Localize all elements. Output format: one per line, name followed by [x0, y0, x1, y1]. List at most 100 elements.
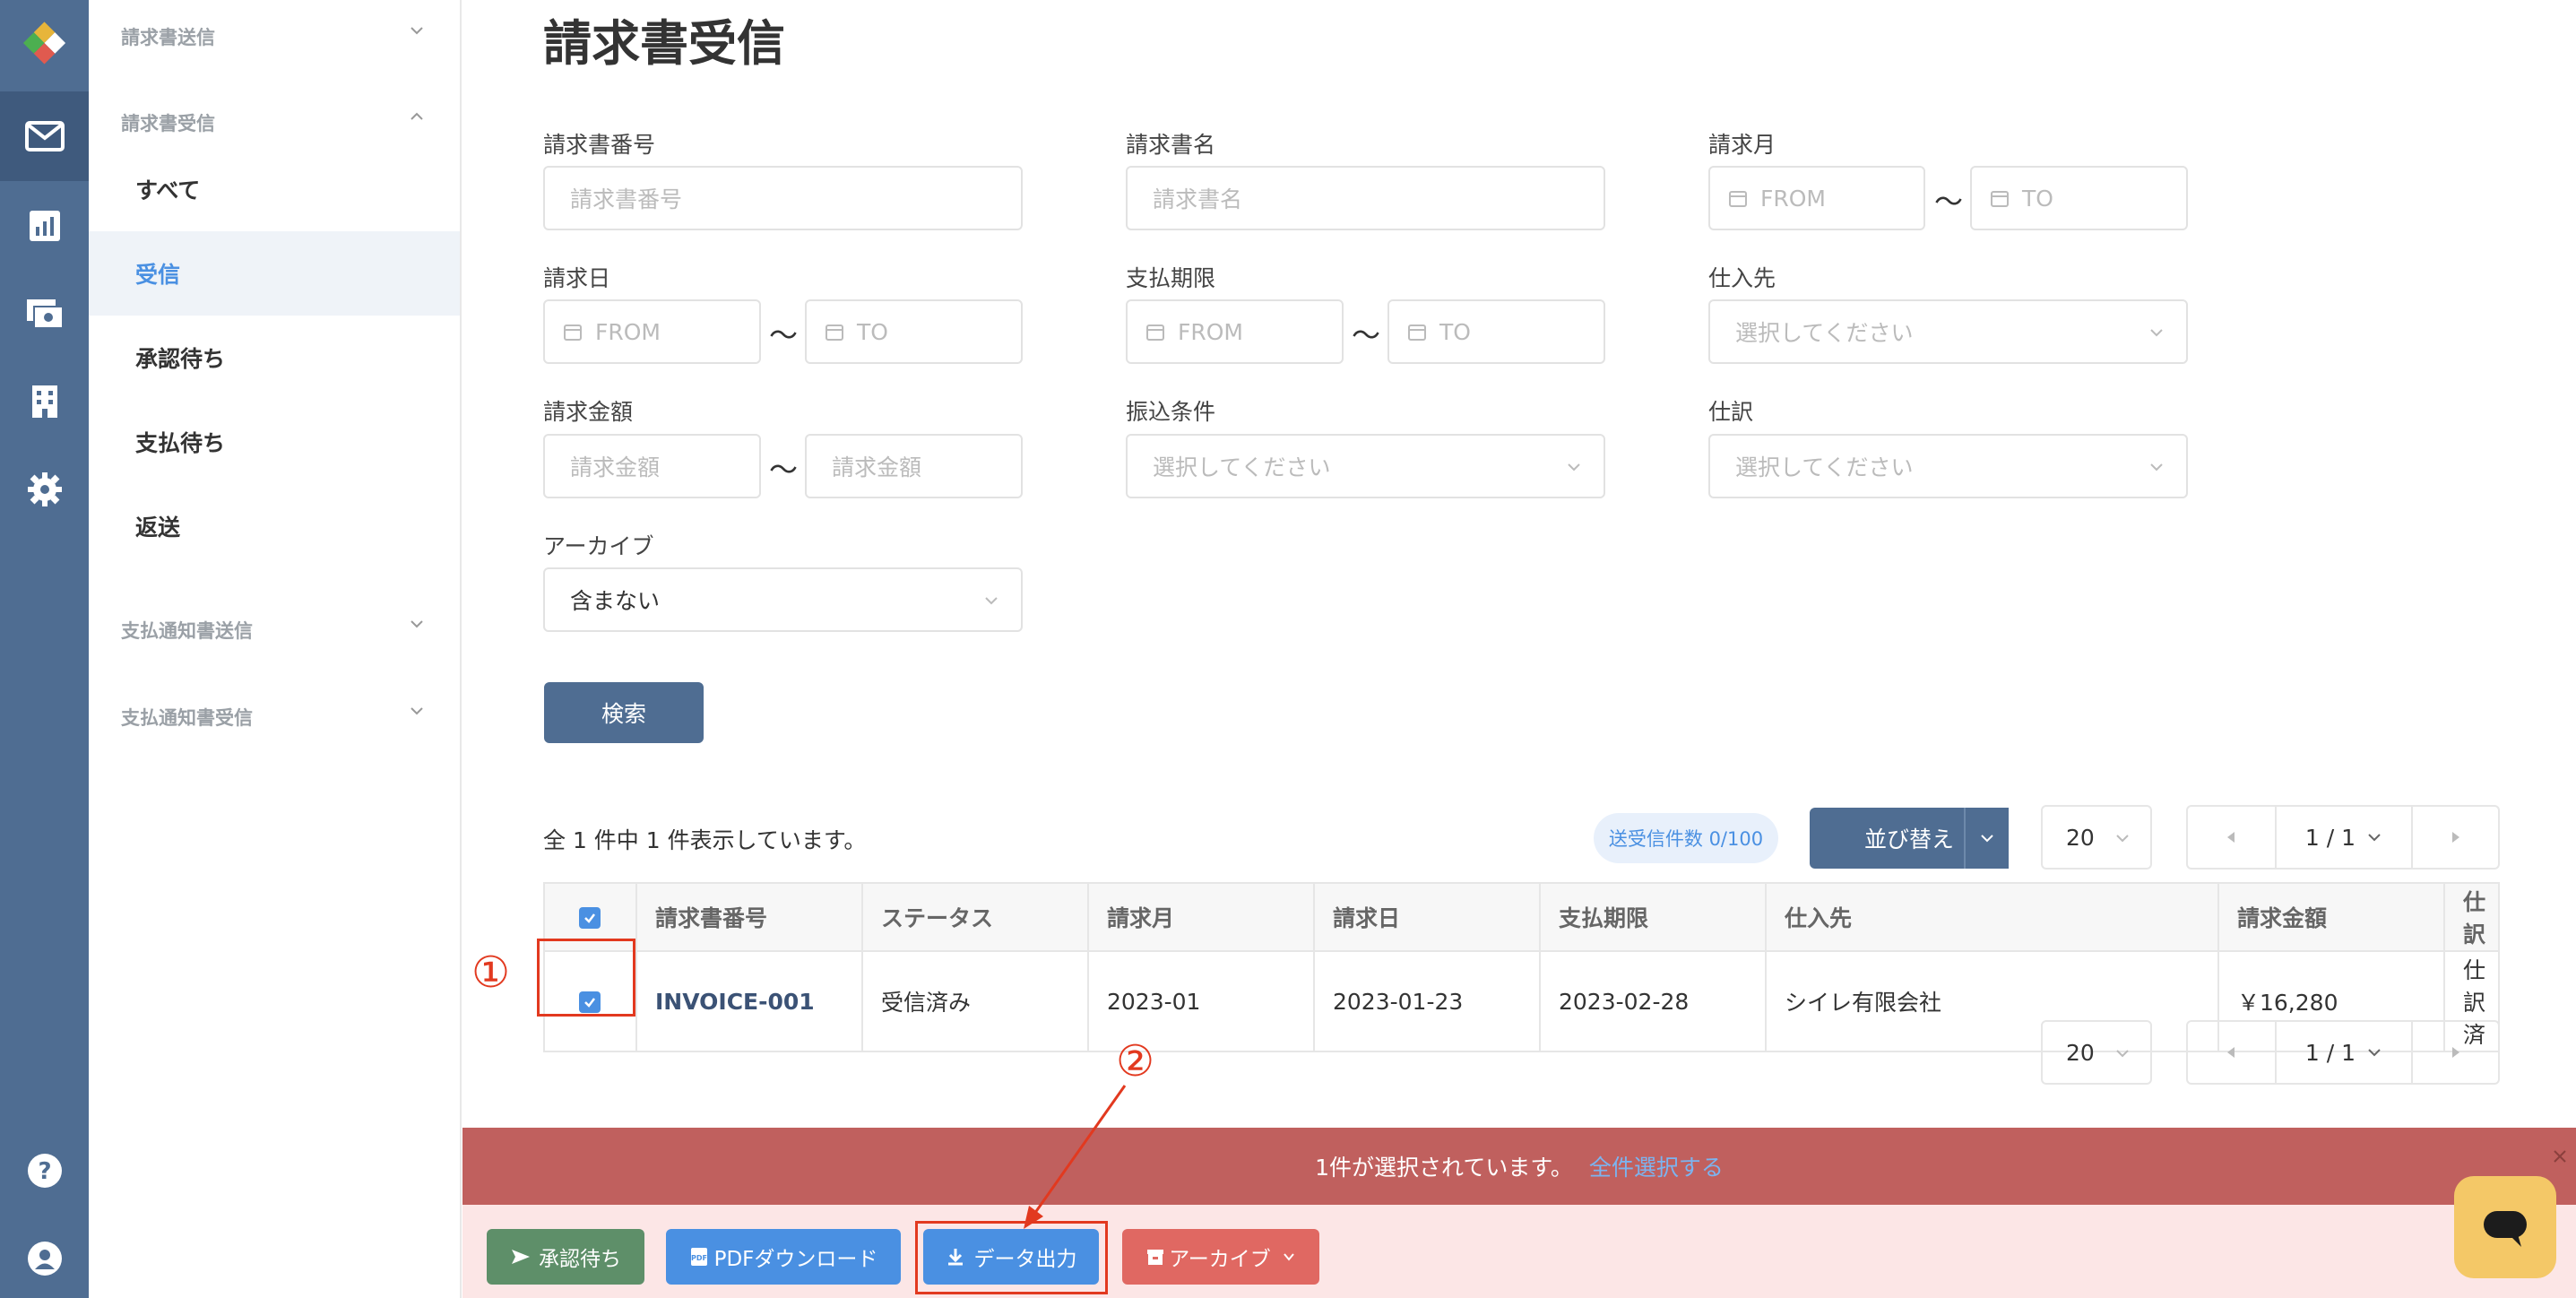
amount-from-input[interactable]: 請求金額 — [543, 434, 761, 498]
invoice-date-from[interactable]: FROM — [543, 299, 761, 364]
money-icon[interactable] — [20, 289, 69, 338]
icon-rail: ? — [0, 0, 89, 1298]
send-icon — [512, 1250, 530, 1264]
close-icon[interactable] — [2551, 1147, 2569, 1165]
transfer-label: 振込条件 — [1126, 399, 1216, 425]
selection-count-text: 1件が選択されています。 — [1315, 1155, 1573, 1181]
col-invoice-no[interactable]: 請求書番号 — [635, 882, 863, 952]
invoice-date-to[interactable]: TO — [805, 299, 1023, 364]
col-date[interactable]: 請求日 — [1313, 882, 1541, 952]
col-journal[interactable]: 仕訳 — [2443, 882, 2500, 952]
sidebar-item-received[interactable]: 受信 — [89, 231, 460, 316]
sidebar-group-send[interactable]: 請求書送信 — [121, 23, 215, 50]
search-button[interactable]: 検索 — [544, 682, 704, 743]
page-size-select[interactable]: 20 — [2041, 805, 2152, 870]
annotation-box-export — [915, 1221, 1108, 1294]
app-logo-icon[interactable] — [20, 16, 69, 65]
selection-bar: 1件が選択されています。 全件選択する — [462, 1128, 2576, 1205]
page-size-select[interactable]: 20 — [2041, 1020, 2152, 1085]
user-icon[interactable] — [20, 1233, 69, 1283]
range-separator: 〜 — [1352, 318, 1381, 352]
page-select[interactable]: 1 / 1 — [2277, 807, 2414, 868]
next-page-button[interactable] — [2413, 807, 2498, 868]
col-due[interactable]: 支払期限 — [1539, 882, 1767, 952]
range-separator: 〜 — [1934, 185, 1964, 219]
invoice-no-label: 請求書番号 — [543, 132, 656, 158]
invoice-name-input[interactable]: 請求書名 — [1126, 166, 1605, 230]
archive-select[interactable]: 含まない — [543, 567, 1023, 632]
invoice-name-label: 請求書名 — [1126, 132, 1216, 158]
cell-date: 2023-01-23 — [1313, 950, 1541, 1052]
chevron-down-icon — [1284, 1253, 1294, 1261]
chart-icon[interactable] — [20, 201, 69, 250]
invoice-month-to[interactable]: TO — [1970, 166, 2188, 230]
due-date-from[interactable]: FROM — [1126, 299, 1344, 364]
archive-button[interactable]: アーカイブ — [1122, 1229, 1319, 1285]
sidebar-group-receive[interactable]: 請求書受信 — [121, 109, 215, 136]
supplier-label: 仕入先 — [1708, 265, 1776, 291]
prev-page-button[interactable] — [2188, 807, 2277, 868]
sidebar-group-payment-send[interactable]: 支払通知書送信 — [121, 617, 253, 644]
calendar-icon — [1729, 191, 1747, 207]
sidebar-item-awaiting-approval[interactable]: 承認待ち — [89, 316, 460, 400]
journal-select[interactable]: 選択してください — [1708, 434, 2188, 498]
chevron-down-icon — [2116, 835, 2129, 843]
pagination: 1 / 1 — [2186, 805, 2500, 870]
invoice-month-label: 請求月 — [1708, 132, 1776, 158]
caret-left-icon — [2227, 832, 2235, 843]
invoice-no-input[interactable]: 請求書番号 — [543, 166, 1023, 230]
range-separator: 〜 — [769, 318, 799, 352]
chevron-down-icon — [2150, 463, 2163, 472]
page-select[interactable]: 1 / 1 — [2277, 1022, 2414, 1083]
transfer-select[interactable]: 選択してください — [1126, 434, 1605, 498]
sort-dropdown-toggle[interactable] — [1964, 808, 2009, 869]
sidebar-item-all[interactable]: すべて — [89, 147, 460, 231]
chevron-down-icon[interactable] — [408, 22, 426, 39]
sidebar-item-returned[interactable]: 返送 — [89, 484, 460, 568]
range-separator: 〜 — [769, 453, 799, 487]
cell-invoice-no-link[interactable]: INVOICE-001 — [635, 950, 863, 1052]
building-icon[interactable] — [20, 376, 69, 426]
mail-icon[interactable] — [20, 111, 69, 160]
chevron-down-icon — [2368, 1049, 2381, 1057]
annotation-box-checkbox — [537, 939, 635, 1017]
svg-text:?: ? — [38, 1158, 51, 1185]
send-count-badge: 送受信件数 0/100 — [1594, 813, 1778, 863]
sidebar-group-payment-receive[interactable]: 支払通知書受信 — [121, 704, 253, 731]
due-date-label: 支払期限 — [1126, 265, 1216, 291]
next-page-button[interactable] — [2413, 1022, 2498, 1083]
caret-left-icon — [2227, 1047, 2235, 1058]
select-all-link[interactable]: 全件選択する — [1589, 1150, 1724, 1182]
supplier-select[interactable]: 選択してください — [1708, 299, 2188, 364]
invoice-month-from[interactable]: FROM — [1708, 166, 1925, 230]
calendar-icon — [564, 324, 582, 341]
due-date-to[interactable]: TO — [1387, 299, 1605, 364]
chevron-up-icon[interactable] — [408, 108, 426, 125]
prev-page-button[interactable] — [2188, 1022, 2277, 1083]
amount-to-input[interactable]: 請求金額 — [805, 434, 1023, 498]
col-supplier[interactable]: 仕入先 — [1765, 882, 2219, 952]
chevron-down-icon — [2368, 834, 2381, 842]
chevron-down-icon[interactable] — [408, 615, 426, 633]
caret-right-icon — [2451, 832, 2459, 843]
annotation-step-1: ① — [471, 948, 511, 998]
gear-icon[interactable] — [20, 464, 69, 514]
pdf-download-button[interactable]: PDF PDFダウンロード — [666, 1229, 901, 1285]
archive-box-icon — [1147, 1250, 1164, 1265]
select-all-checkbox[interactable] — [579, 906, 601, 929]
check-icon — [584, 913, 595, 923]
chat-widget-button[interactable] — [2454, 1176, 2556, 1278]
calendar-icon — [826, 324, 843, 341]
table-header-row: 請求書番号 ステータス 請求月 請求日 支払期限 仕入先 請求金額 仕訳 — [543, 882, 2500, 952]
chevron-down-icon — [2150, 329, 2163, 337]
sidebar-item-awaiting-payment[interactable]: 支払待ち — [89, 400, 460, 484]
amount-label: 請求金額 — [543, 399, 634, 425]
col-amount[interactable]: 請求金額 — [2217, 882, 2445, 952]
col-month[interactable]: 請求月 — [1087, 882, 1315, 952]
help-icon[interactable]: ? — [20, 1146, 69, 1195]
sidebar: 請求書送信 請求書受信 すべて 受信 承認待ち 支払待ち 返送 支払通知書送信 … — [89, 0, 462, 1298]
svg-text:PDF: PDF — [691, 1254, 707, 1262]
chevron-down-icon[interactable] — [408, 702, 426, 720]
col-status[interactable]: ステータス — [861, 882, 1089, 952]
approve-button[interactable]: 承認待ち — [487, 1229, 644, 1285]
